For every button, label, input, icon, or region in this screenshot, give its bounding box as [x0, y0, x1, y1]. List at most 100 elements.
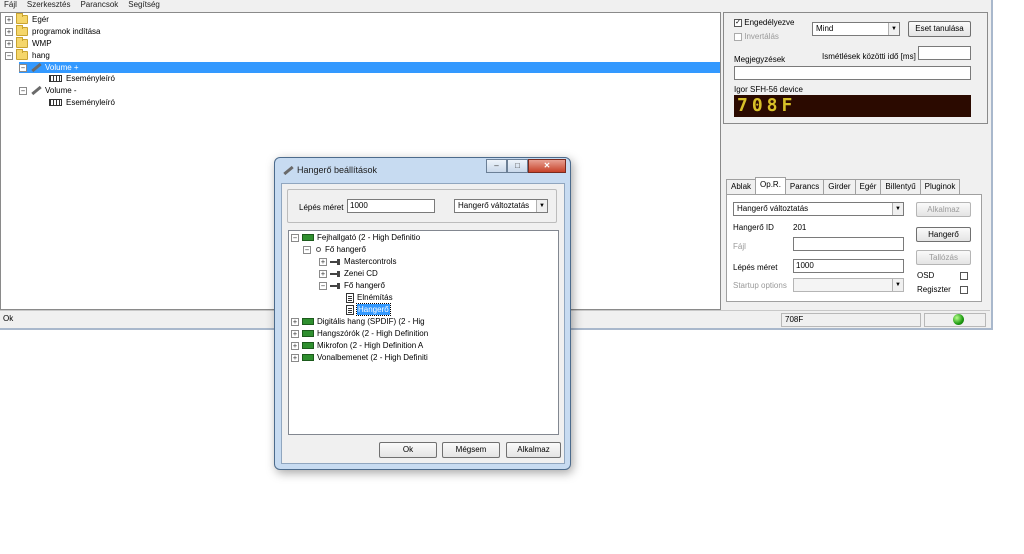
tree-item-hang[interactable]: − hang — [5, 49, 50, 61]
maximize-button[interactable]: □ — [507, 159, 528, 173]
mixer-item-master[interactable]: − Fő hangerő — [303, 244, 366, 255]
file-input[interactable] — [793, 237, 904, 251]
soundcard-icon — [302, 318, 314, 325]
tree-item-event-1[interactable]: Eseményleíró — [49, 73, 115, 84]
soundcard-icon — [302, 354, 314, 361]
led-display: 708F — [734, 95, 971, 117]
file-label: Fájl — [733, 242, 746, 251]
chevron-down-icon[interactable]: ▼ — [536, 200, 547, 212]
chevron-down-icon[interactable]: ▼ — [892, 203, 903, 215]
menu-file[interactable]: Fájl — [4, 0, 17, 10]
tree-item-volume-down[interactable]: − Volume - — [19, 85, 77, 96]
tree-item-label: Eseményleíró — [66, 74, 115, 83]
expand-icon[interactable]: + — [291, 329, 299, 338]
collapse-icon[interactable]: − — [19, 86, 27, 95]
dialog-apply-button[interactable]: Alkalmaz — [506, 442, 561, 458]
node-icon — [316, 247, 321, 252]
menu-commands[interactable]: Parancsok — [80, 0, 118, 10]
expand-icon[interactable]: + — [291, 353, 299, 362]
mixer-item-headphones[interactable]: − Fejhallgató (2 - High Definitio — [291, 232, 420, 243]
mixer-item-master-volume[interactable]: − Fő hangerő — [319, 280, 385, 291]
status-led-icon — [953, 314, 964, 325]
event-icon — [49, 75, 62, 82]
soundcard-icon — [302, 330, 314, 337]
mixer-item-mastercontrols[interactable]: + Mastercontrols — [319, 256, 396, 267]
step-input[interactable]: 1000 — [793, 259, 904, 273]
ok-button[interactable]: Ok — [379, 442, 437, 458]
browse-button[interactable]: Tallózás — [916, 250, 971, 265]
register-checkbox[interactable] — [960, 286, 968, 294]
expand-icon[interactable]: + — [5, 39, 13, 48]
mixer-item-line-in[interactable]: + Vonalbemenet (2 - High Definiti — [291, 352, 428, 363]
mixer-item-label: Elnémítás — [357, 293, 393, 302]
enabled-checkbox[interactable]: ✓ Engedélyezve — [734, 18, 795, 27]
mode-select[interactable]: Mind ▼ — [812, 22, 900, 36]
expand-icon[interactable]: + — [5, 15, 13, 24]
menu-help[interactable]: Segítség — [128, 0, 160, 10]
comments-input[interactable] — [734, 66, 971, 80]
tab-billentyu[interactable]: Billentyű — [880, 179, 921, 194]
tree-item-label: hang — [32, 51, 50, 60]
chevron-down-icon[interactable]: ▼ — [892, 279, 903, 291]
status-code: 708F — [781, 313, 921, 327]
tree-item-event-2[interactable]: Eseményleíró — [49, 97, 115, 108]
repeat-input[interactable] — [918, 46, 971, 60]
close-button[interactable]: ✕ — [528, 159, 566, 173]
folder-icon — [16, 37, 28, 48]
tab-pluginok[interactable]: Pluginok — [919, 179, 961, 194]
learn-button[interactable]: Eset tanulása — [908, 21, 971, 37]
mixer-tree[interactable]: − Fejhallgató (2 - High Definitio − Fő h… — [288, 230, 559, 435]
tree-item-wmp[interactable]: + WMP — [5, 37, 52, 49]
action-select[interactable]: Hangerő változtatás ▼ — [733, 202, 904, 216]
collapse-icon[interactable]: − — [19, 63, 27, 72]
menubar: Fájl Szerkesztés Parancsok Segítség — [0, 0, 990, 10]
tab-girder[interactable]: Girder — [823, 179, 856, 194]
tab-ablak[interactable]: Ablak — [726, 179, 757, 194]
collapse-icon[interactable]: − — [5, 51, 13, 60]
dialog-step-input[interactable]: 1000 — [347, 199, 435, 213]
expand-icon[interactable]: + — [291, 341, 299, 350]
mixer-item-microphone[interactable]: + Mikrofon (2 - High Definition A — [291, 340, 423, 351]
expand-icon[interactable]: + — [291, 317, 299, 326]
collapse-icon[interactable]: − — [303, 245, 311, 254]
tree-item-eger[interactable]: + Egér — [5, 13, 49, 25]
mixer-item-cd[interactable]: + Zenei CD — [319, 268, 378, 279]
mixer-item-label: Fejhallgató (2 - High Definitio — [317, 233, 421, 242]
chevron-down-icon[interactable]: ▼ — [888, 23, 899, 35]
tree-item-label: Eseményleíró — [66, 98, 115, 107]
checkbox[interactable] — [734, 32, 742, 41]
mixer-item-mute[interactable]: Elnémítás — [346, 292, 393, 303]
mixer-item-speakers[interactable]: + Hangszórók (2 - High Definition — [291, 328, 428, 339]
minimize-button[interactable]: – — [486, 159, 507, 173]
collapse-icon[interactable]: − — [291, 233, 299, 242]
tab-opr[interactable]: Op.R. — [755, 177, 786, 194]
tree-item-programok[interactable]: + programok indítása — [5, 25, 100, 37]
device-label: Igor SFH-56 device — [734, 85, 803, 94]
expand-icon[interactable]: + — [5, 27, 13, 36]
mixer-item-label: Hangerő — [356, 303, 391, 316]
collapse-icon[interactable]: − — [319, 281, 327, 290]
invert-checkbox[interactable]: Invertálás — [734, 32, 779, 41]
osd-checkbox[interactable] — [960, 272, 968, 280]
mixer-item-spdif[interactable]: + Digitális hang (SPDIF) (2 - Hig — [291, 316, 425, 327]
mixer-item-volume[interactable]: Hangerő — [346, 303, 391, 316]
dialog-mode-select[interactable]: Hangerő változtatás ▼ — [454, 199, 548, 213]
apply-button[interactable]: Alkalmaz — [916, 202, 971, 217]
expand-icon[interactable]: + — [319, 257, 327, 266]
volume-button[interactable]: Hangerő — [916, 227, 971, 242]
tab-parancs[interactable]: Parancs — [784, 179, 825, 194]
menu-edit[interactable]: Szerkesztés — [27, 0, 71, 10]
tab-eger[interactable]: Egér — [854, 179, 882, 194]
mixer-item-label: Vonalbemenet (2 - High Definiti — [317, 353, 428, 362]
checkbox[interactable]: ✓ — [734, 18, 742, 27]
mode-select-value: Mind — [816, 24, 834, 33]
expand-icon[interactable]: + — [319, 269, 327, 278]
mixer-item-label: Mastercontrols — [344, 257, 397, 266]
speaker-icon — [330, 270, 341, 277]
comments-label: Megjegyzések — [734, 55, 786, 64]
startup-select[interactable]: ▼ — [793, 278, 904, 292]
folder-icon — [16, 13, 28, 24]
mixer-item-label: Zenei CD — [344, 269, 378, 278]
tree-item-volume-up[interactable]: − Volume + — [19, 62, 720, 73]
cancel-button[interactable]: Mégsem — [442, 442, 500, 458]
